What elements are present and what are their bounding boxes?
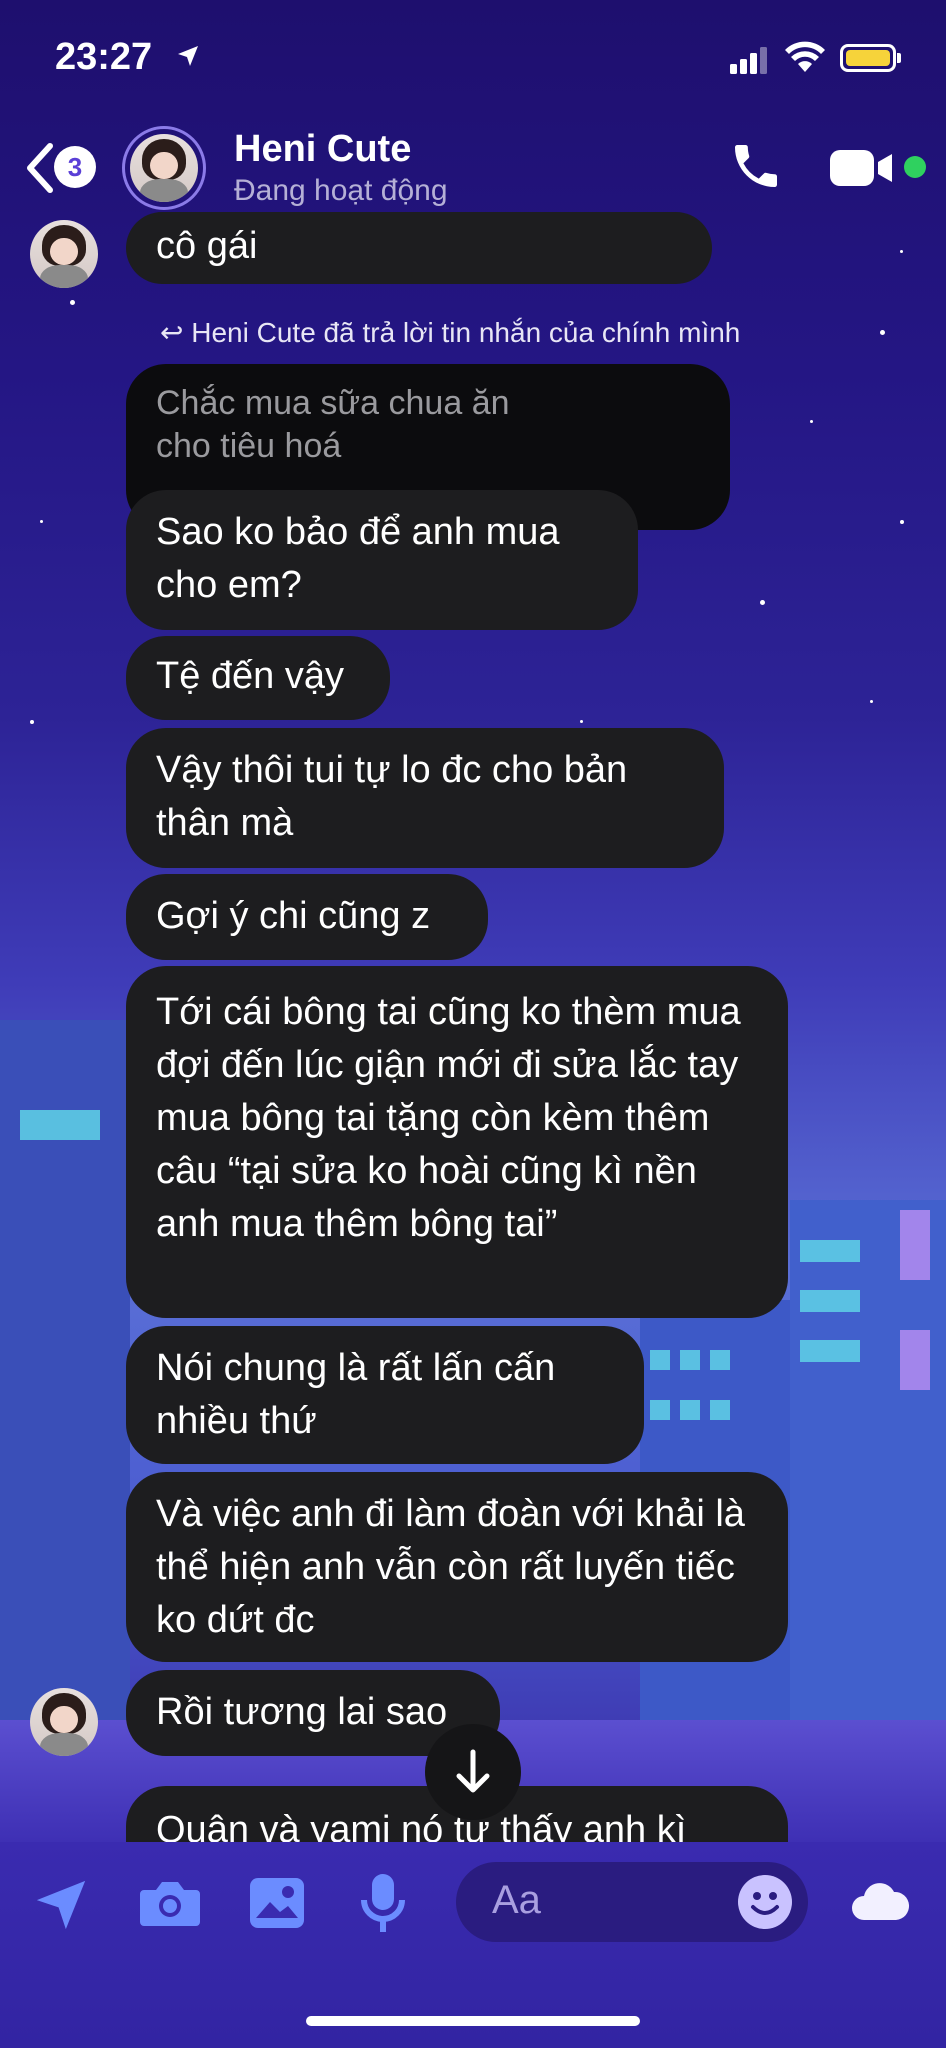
message-bubble[interactable]: Và việc anh đi làm đoàn với khải là thể … [126, 1472, 788, 1662]
video-call-icon[interactable] [830, 146, 894, 190]
message-bubble[interactable]: Gợi ý chi cũng z [126, 874, 488, 960]
message-bubble[interactable]: cô gái [126, 212, 712, 284]
battery-icon [840, 44, 896, 72]
signal-icon [730, 47, 767, 74]
message-input-placeholder: Aa [492, 1878, 541, 1922]
message-text: Nói chung là rất lấn cấn nhiều thứ [156, 1347, 556, 1442]
location-icon [178, 46, 198, 66]
message-text: Tới cái bông tai cũng ko thèm mua đợi đế… [156, 991, 741, 1245]
message-text: Sao ko bảo để anh mua cho em? [156, 511, 560, 606]
location-share-icon[interactable] [32, 1876, 90, 1934]
emoji-icon[interactable] [738, 1875, 792, 1929]
message-bubble[interactable]: Sao ko bảo để anh mua cho em? [126, 490, 638, 630]
message-text: Tệ đến vậy [156, 655, 344, 697]
camera-icon[interactable] [138, 1876, 202, 1930]
message-text: Gợi ý chi cũng z [156, 895, 431, 937]
message-text: Vậy thôi tui tự lo đc cho bản thân mà [156, 749, 628, 844]
message-text: cô gái [156, 225, 258, 267]
status-time: 23:27 [55, 36, 153, 78]
quoted-message-text: Chắc mua sữa chua ăn cho tiêu hoá [156, 384, 510, 465]
unread-badge[interactable]: 3 [54, 146, 96, 188]
cloud-icon[interactable] [848, 1880, 912, 1924]
message-text: Và việc anh đi làm đoàn với khải là thể … [156, 1493, 745, 1641]
wifi-icon [785, 41, 825, 72]
reply-arrow-icon: ↩ [160, 317, 192, 348]
sender-avatar[interactable] [30, 220, 98, 288]
online-indicator [904, 156, 926, 178]
sender-avatar[interactable] [30, 1688, 98, 1756]
gallery-icon[interactable] [248, 1876, 306, 1930]
contact-avatar[interactable] [122, 126, 206, 210]
reply-note: ↩ Heni Cute đã trả lời tin nhắn của chín… [160, 316, 740, 349]
message-text: Rồi tương lai sao [156, 1691, 448, 1733]
status-bar: 23:27 [0, 0, 946, 120]
message-bubble[interactable]: Nói chung là rất lấn cấn nhiều thứ [126, 1326, 644, 1464]
message-bubble[interactable]: Vậy thôi tui tự lo đc cho bản thân mà [126, 728, 724, 868]
battery-tip [897, 53, 901, 63]
home-indicator [306, 2016, 640, 2026]
message-bubble[interactable]: Tới cái bông tai cũng ko thèm mua đợi đế… [126, 966, 788, 1318]
message-bubble[interactable]: Tệ đến vậy [126, 636, 390, 720]
contact-name[interactable]: Heni Cute [234, 128, 411, 171]
message-text: Quân và yami nó tự thấy anh kì [156, 1809, 687, 1842]
arrow-down-icon [456, 1749, 490, 1793]
microphone-icon[interactable] [360, 1872, 406, 1934]
reply-note-text: Heni Cute đã trả lời tin nhắn của chính … [191, 317, 741, 348]
contact-status: Đang hoạt động [234, 174, 448, 207]
phone-call-icon[interactable] [728, 138, 784, 194]
scroll-to-bottom-button[interactable] [425, 1724, 521, 1820]
